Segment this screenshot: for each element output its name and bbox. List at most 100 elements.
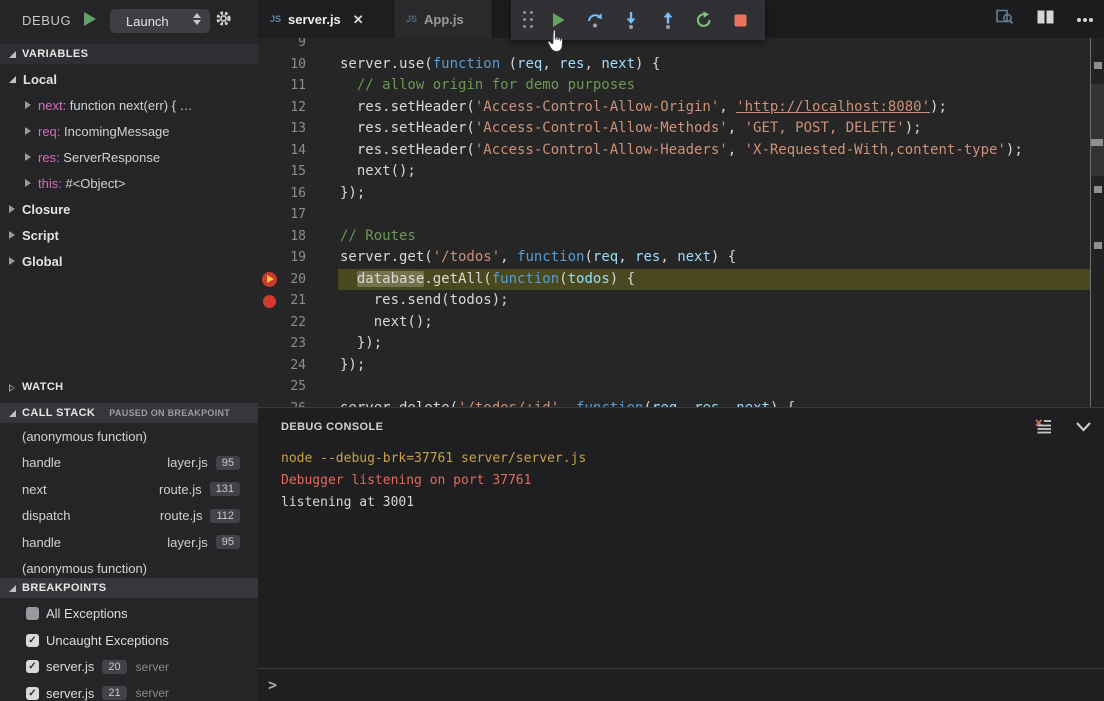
breakpoint-item[interactable]: ✓ Uncaught Exceptions <box>0 627 258 654</box>
stack-frame[interactable]: handlelayer.js95 <box>0 450 258 477</box>
breakpoint-gutter[interactable]: 13 <box>258 118 340 140</box>
launch-config-dropdown[interactable]: Launch <box>110 9 210 33</box>
code-line-19[interactable]: 19server.get('/todos', function(req, res… <box>258 247 1090 269</box>
code-text: }); <box>340 183 1090 205</box>
breakpoint-gutter[interactable]: 15 <box>258 161 340 183</box>
scope-global[interactable]: Global <box>0 248 258 274</box>
repl-input-row[interactable]: > <box>258 668 1104 701</box>
breakpoint-gutter[interactable]: 14 <box>258 140 340 162</box>
breakpoint-gutter[interactable]: 9 <box>258 38 340 54</box>
console-line-command: node --debug-brk=37761 server/server.js <box>281 448 586 470</box>
code-editor[interactable]: 910server.use(function (req, res, next) … <box>258 38 1104 407</box>
breakpoint-gutter[interactable]: 22 <box>258 312 340 334</box>
code-line-24[interactable]: 24}); <box>258 355 1090 377</box>
breakpoint-gutter[interactable]: 23 <box>258 333 340 355</box>
step-over-button[interactable] <box>577 0 613 40</box>
code-line-11[interactable]: 11 // allow origin for demo purposes <box>258 75 1090 97</box>
close-tab-icon[interactable]: ✕ <box>353 13 364 26</box>
code-line-22[interactable]: 22 next(); <box>258 312 1090 334</box>
collapse-panel-chevron-icon[interactable] <box>1075 420 1092 438</box>
restart-button[interactable] <box>686 0 722 40</box>
localhost-link[interactable]: 'http://localhost:8080' <box>736 99 930 115</box>
variable-name: req: <box>38 124 60 139</box>
stop-button[interactable] <box>722 0 758 40</box>
debug-settings-gear-icon[interactable] <box>215 10 232 32</box>
breakpoint-checkbox[interactable]: ✓ <box>26 660 39 673</box>
collapse-twistie-icon <box>9 205 15 213</box>
breakpoint-gutter[interactable]: 18 <box>258 226 340 248</box>
editor-tab-app-js[interactable]: JSApp.js <box>393 0 493 38</box>
overview-ruler[interactable] <box>1090 38 1104 407</box>
stack-frame[interactable]: (anonymous function) <box>0 423 258 450</box>
open-preview-icon[interactable] <box>995 8 1015 31</box>
breakpoint-gutter[interactable]: 12 <box>258 97 340 119</box>
breakpoint-checkbox[interactable]: ✓ <box>26 634 39 647</box>
code-line-14[interactable]: 14 res.setHeader('Access-Control-Allow-H… <box>258 140 1090 162</box>
code-line-10[interactable]: 10server.use(function (req, res, next) { <box>258 54 1090 76</box>
variable-this[interactable]: this: #<Object> <box>0 170 258 196</box>
stack-frame[interactable]: (anonymous function) <box>0 556 258 577</box>
breakpoint-gutter[interactable]: 10 <box>258 54 340 76</box>
code-line-15[interactable]: 15 next(); <box>258 161 1090 183</box>
breakpoint-checkbox[interactable]: ✓ <box>26 687 39 700</box>
ruler-decoration <box>1094 242 1102 249</box>
code-text: // allow origin for demo purposes <box>340 75 1090 97</box>
code-line-26[interactable]: 26server.delete('/todos/:id', function(r… <box>258 398 1090 408</box>
toolbar-drag-grip[interactable] <box>517 9 540 31</box>
variable-next[interactable]: next: function next(err) { … <box>0 92 258 118</box>
scope-script[interactable]: Script <box>0 222 258 248</box>
variable-res[interactable]: res: ServerResponse <box>0 144 258 170</box>
code-line-25[interactable]: 25 <box>258 376 1090 398</box>
breakpoint-gutter[interactable]: 24 <box>258 355 340 377</box>
watch-section-header[interactable]: WATCH <box>0 377 258 397</box>
breakpoint-gutter[interactable]: 17 <box>258 204 340 226</box>
code-text: next(); <box>340 312 1090 334</box>
stack-frame[interactable]: dispatchroute.js112 <box>0 503 258 530</box>
code-line-21[interactable]: 21 res.send(todos); <box>258 290 1090 312</box>
start-debugging-icon[interactable] <box>84 12 96 26</box>
stack-frame[interactable]: handlelayer.js95 <box>0 529 258 556</box>
breakpoint-gutter[interactable]: 11 <box>258 75 340 97</box>
variable-value: ServerResponse <box>60 150 160 165</box>
breakpoint-gutter[interactable]: 25 <box>258 376 340 398</box>
code-line-18[interactable]: 18// Routes <box>258 226 1090 248</box>
breakpoint-gutter[interactable]: 26 <box>258 398 340 408</box>
breakpoint-gutter[interactable]: 16 <box>258 183 340 205</box>
code-line-17[interactable]: 17 <box>258 204 1090 226</box>
code-text <box>340 38 1090 54</box>
breakpoint-gutter[interactable]: 19 <box>258 247 340 269</box>
scrollbar-thumb[interactable] <box>1091 84 1104 176</box>
code-line-9[interactable]: 9 <box>258 38 1090 54</box>
collapse-twistie-icon <box>25 179 31 187</box>
breakpoint-item[interactable]: ✓server.js20server <box>0 653 258 680</box>
variable-req[interactable]: req: IncomingMessage <box>0 118 258 144</box>
clear-console-icon[interactable] <box>1034 418 1053 440</box>
continue-button[interactable] <box>540 0 576 40</box>
breakpoints-section-header[interactable]: BREAKPOINTS <box>0 578 258 598</box>
breakpoint-gutter[interactable]: 20 <box>258 269 340 291</box>
line-number: 19 <box>258 247 306 269</box>
editor-tab-server-js[interactable]: JSserver.js✕ <box>258 0 393 38</box>
breakpoint-item[interactable]: All Exceptions <box>0 600 258 627</box>
breakpoint-label: Uncaught Exceptions <box>46 633 169 648</box>
breakpoint-item[interactable]: ✓server.js21server <box>0 680 258 701</box>
call-stack-section-header[interactable]: CALL STACK PAUSED ON BREAKPOINT <box>0 403 258 423</box>
ruler-decoration <box>1094 186 1102 193</box>
scope-local[interactable]: Local <box>0 66 258 92</box>
breakpoint-checkbox[interactable] <box>26 607 39 620</box>
variables-section-header[interactable]: VARIABLES <box>0 44 258 64</box>
breakpoint-gutter[interactable]: 21 <box>258 290 340 312</box>
code-line-16[interactable]: 16}); <box>258 183 1090 205</box>
code-text <box>340 204 1090 226</box>
code-line-12[interactable]: 12 res.setHeader('Access-Control-Allow-O… <box>258 97 1090 119</box>
stack-frame[interactable]: nextroute.js131 <box>0 476 258 503</box>
code-line-20[interactable]: 20 database.getAll(function(todos) { <box>258 269 1090 291</box>
code-line-13[interactable]: 13 res.setHeader('Access-Control-Allow-M… <box>258 118 1090 140</box>
step-into-button[interactable] <box>613 0 649 40</box>
frame-line-badge: 95 <box>216 535 240 549</box>
split-editor-icon[interactable] <box>1036 9 1055 30</box>
scope-closure[interactable]: Closure <box>0 196 258 222</box>
code-line-23[interactable]: 23 }); <box>258 333 1090 355</box>
more-actions-icon[interactable] <box>1076 10 1094 28</box>
step-out-button[interactable] <box>650 0 686 40</box>
